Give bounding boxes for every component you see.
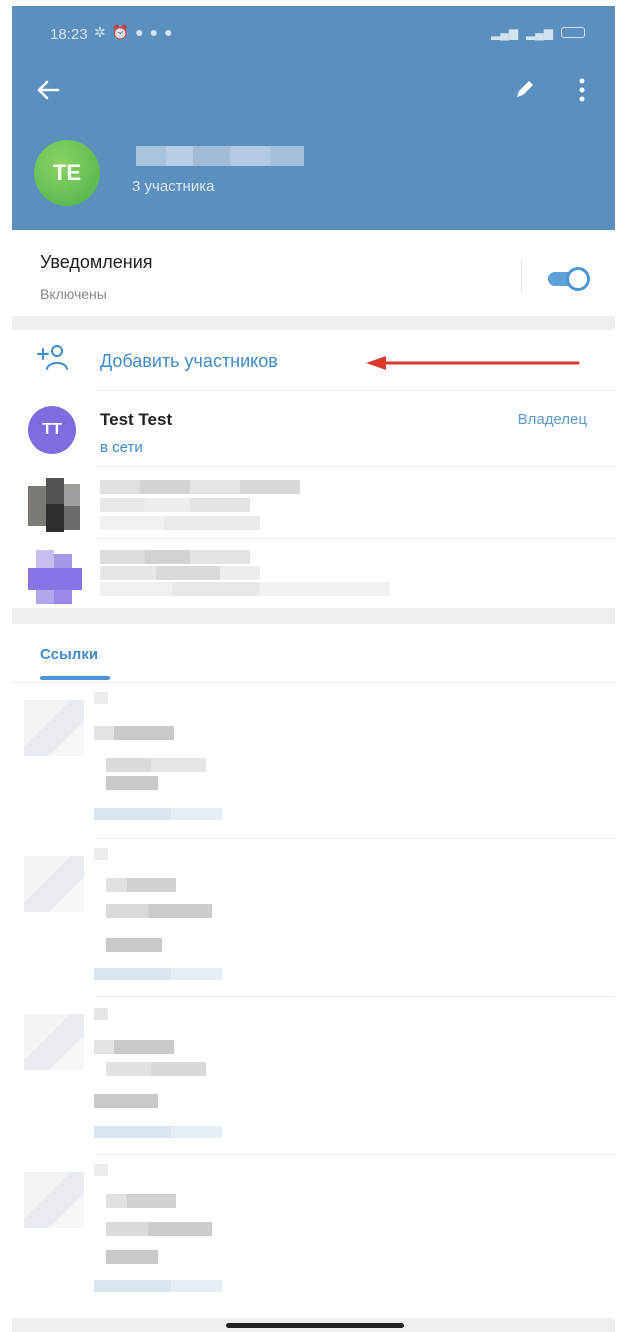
link-item-redacted[interactable]: [12, 686, 615, 836]
notifications-title: Уведомления: [40, 252, 153, 272]
member-role-badge: Владелец: [517, 411, 587, 428]
member-name-redacted: [100, 566, 260, 580]
group-info-screen: 18:23 ✲ ⏰ ● ● ● ▂▄▆ ▂▄▆ TE 3 участника У…: [12, 6, 615, 1332]
member-status-redacted: [100, 582, 390, 596]
status-icons-left: ✲ ⏰ ● ● ●: [94, 24, 173, 40]
arrow-left-icon: [37, 80, 60, 100]
link-item-redacted[interactable]: [12, 1158, 615, 1308]
signal-icon: ▂▄▆: [491, 26, 519, 40]
annotation-arrow-icon: [366, 356, 580, 370]
add-members-label: Добавить участников: [100, 351, 278, 371]
alarm-icon: ⏰: [111, 24, 130, 40]
link-item-redacted[interactable]: [12, 1000, 615, 1150]
pencil-icon: [517, 81, 533, 97]
member-online-status: в сети: [100, 439, 143, 456]
section-gap: [12, 316, 615, 330]
status-icons-right: ▂▄▆ ▂▄▆: [491, 26, 585, 40]
row-divider: [96, 996, 615, 997]
member-name-redacted: [100, 550, 250, 564]
notifications-status: Включены: [40, 286, 107, 302]
tab-indicator: [40, 676, 110, 680]
tabs-divider: [12, 682, 615, 683]
member-name-redacted: [100, 480, 300, 494]
profile-header: 18:23 ✲ ⏰ ● ● ● ▂▄▆ ▂▄▆ TE 3 участника: [12, 6, 615, 230]
section-gap: [12, 608, 615, 624]
group-name-redacted: [136, 146, 304, 166]
notifications-toggle[interactable]: [544, 266, 590, 292]
member-avatar: TT: [28, 406, 76, 454]
link-thumbnail-redacted: [24, 1172, 84, 1228]
row-divider: [96, 390, 615, 391]
sync-off-icon: ✲: [94, 24, 106, 40]
battery-icon: [561, 27, 585, 38]
row-divider: [96, 1154, 615, 1155]
notifications-row[interactable]: Уведомления Включены: [12, 230, 615, 316]
row-divider: [96, 466, 615, 467]
link-item-redacted[interactable]: [12, 842, 615, 992]
member-row-redacted[interactable]: [12, 540, 615, 612]
more-vertical-icon: [579, 78, 585, 102]
members-count: 3 участника: [132, 178, 215, 195]
link-thumbnail-redacted: [24, 1014, 84, 1070]
dot-icon: ●: [149, 24, 159, 40]
link-thumbnail-redacted: [24, 700, 84, 756]
dot-icon: ●: [164, 24, 173, 40]
member-avatar-redacted: [28, 550, 82, 606]
tab-links[interactable]: Ссылки: [40, 646, 98, 663]
status-time: 18:23: [50, 26, 88, 43]
member-avatar-redacted: [28, 478, 82, 534]
member-row-redacted[interactable]: [12, 468, 615, 540]
row-divider: [96, 538, 615, 539]
member-name-redacted: [100, 498, 250, 512]
member-status-redacted: [100, 516, 260, 530]
vertical-divider: [521, 260, 522, 292]
media-tabs: Ссылки: [12, 624, 615, 682]
more-options-button[interactable]: [574, 76, 590, 104]
signal-icon: ▂▄▆: [526, 26, 553, 40]
member-name: Test Test: [100, 410, 173, 429]
toggle-knob: [566, 267, 590, 291]
link-thumbnail-redacted: [24, 856, 84, 912]
add-members-row[interactable]: Добавить участников: [12, 330, 615, 390]
home-indicator[interactable]: [226, 1323, 404, 1328]
status-bar: 18:23 ✲ ⏰ ● ● ● ▂▄▆ ▂▄▆: [12, 6, 615, 58]
dot-icon: ●: [135, 24, 144, 40]
back-button[interactable]: [34, 76, 62, 104]
edit-button[interactable]: [512, 76, 538, 102]
row-divider: [96, 838, 615, 839]
group-avatar[interactable]: TE: [34, 140, 100, 206]
add-user-icon: [37, 345, 68, 370]
member-row[interactable]: TT Test Test в сети Владелец: [12, 394, 615, 466]
